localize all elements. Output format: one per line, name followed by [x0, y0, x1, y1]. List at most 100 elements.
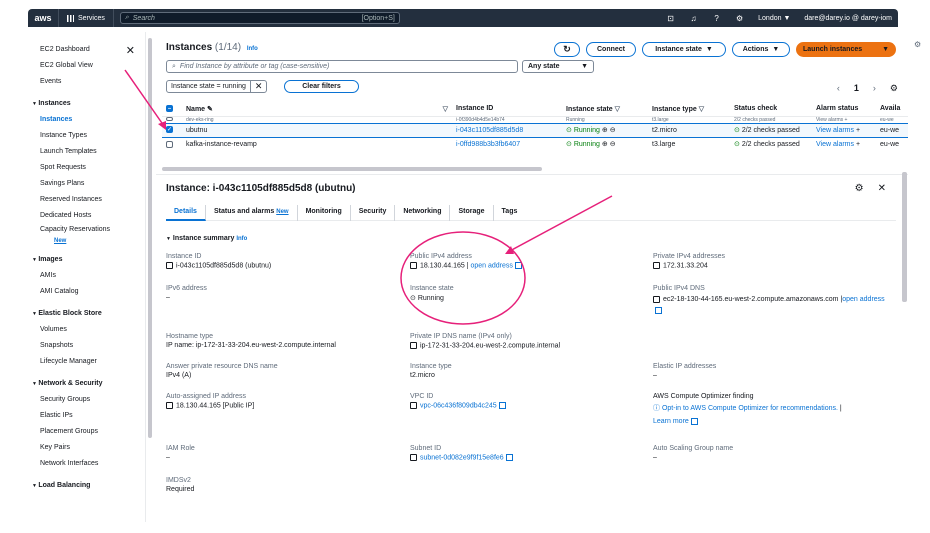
gear-icon[interactable]: ⚙ — [855, 183, 864, 194]
open-address-link[interactable]: open address — [470, 262, 512, 269]
sidebar-section-instances[interactable]: Instances — [28, 96, 145, 112]
search-input[interactable]: ⌕ Find Instance by attribute or tag (cas… — [166, 60, 518, 73]
zoom-out-icon[interactable]: ⊖ — [610, 141, 616, 148]
region-selector[interactable]: London ▼ — [758, 15, 790, 22]
sidebar-item-capacity-reservations[interactable]: Capacity Reservations — [28, 224, 145, 236]
row-checkbox[interactable] — [166, 117, 173, 122]
info-link[interactable]: Info — [247, 46, 258, 52]
learn-more-link[interactable]: Learn more — [653, 418, 689, 425]
subnet-link[interactable]: subnet-0d082e9f9f15e8fe6 — [420, 454, 504, 461]
sidebar-item-savings-plans[interactable]: Savings Plans — [28, 176, 145, 192]
tab-storage[interactable]: Storage — [450, 205, 494, 221]
cloudshell-icon[interactable]: ⊡ — [666, 14, 675, 23]
pencil-icon[interactable]: ✎ — [207, 106, 213, 113]
zoom-in-icon[interactable]: ⊕ — [602, 127, 608, 134]
copy-icon[interactable] — [653, 262, 660, 269]
tab-status-and-alarms[interactable]: Status and alarms New — [206, 205, 298, 221]
clear-filters-button[interactable]: Clear filters — [284, 80, 359, 93]
sidebar-item-ami-catalog[interactable]: AMI Catalog — [28, 284, 145, 300]
copy-icon[interactable] — [410, 454, 417, 461]
open-address-link[interactable]: open address — [842, 296, 884, 303]
chevron-left-icon[interactable]: ‹ — [837, 83, 840, 94]
instance-id-link[interactable]: i-043c1105df885d5d8 — [452, 122, 562, 138]
sidebar-item-spot-requests[interactable]: Spot Requests — [28, 160, 145, 176]
sidebar-item-snapshots[interactable]: Snapshots — [28, 338, 145, 354]
view-alarms-link[interactable]: View alarms + — [812, 137, 876, 151]
search-input[interactable]: ⌕ Search [Option+S] — [119, 12, 400, 24]
info-link[interactable]: Info — [236, 236, 247, 242]
sidebar-item-amis[interactable]: AMIs — [28, 268, 145, 284]
state-select[interactable]: Any state ▼ — [522, 60, 594, 73]
sidebar-item-instance-types[interactable]: Instance Types — [28, 128, 145, 144]
copy-icon[interactable] — [410, 342, 417, 349]
table-row[interactable]: dev-eks-ring i-0f390d4b4d5e14b74 Running… — [162, 116, 908, 123]
gear-icon[interactable]: ⚙ — [914, 40, 921, 49]
external-link-icon[interactable] — [514, 262, 522, 269]
copy-icon[interactable] — [410, 402, 417, 409]
sidebar-item-network-interfaces[interactable]: Network Interfaces — [28, 456, 145, 472]
tab-networking[interactable]: Networking — [395, 205, 451, 221]
connect-button[interactable]: Connect — [586, 42, 636, 57]
col-name[interactable]: Name ✎ ▽ — [182, 102, 452, 117]
table-row[interactable]: kafka-instance-revamp i-0ffd988b3b3fb640… — [162, 137, 908, 151]
tab-security[interactable]: Security — [351, 205, 396, 221]
chevron-right-icon[interactable]: › — [873, 83, 876, 94]
copy-icon[interactable] — [166, 402, 173, 409]
sidebar-item-key-pairs[interactable]: Key Pairs — [28, 440, 145, 456]
select-all-checkbox[interactable]: – — [166, 105, 173, 113]
table-scrollbar[interactable] — [162, 167, 542, 171]
external-link-icon[interactable] — [690, 417, 698, 425]
sort-icon[interactable]: ▽ — [443, 105, 448, 113]
close-icon[interactable]: ✕ — [249, 81, 267, 92]
external-link-icon[interactable] — [498, 402, 506, 409]
sidebar-item-events[interactable]: Events — [28, 74, 145, 90]
instance-summary-heading[interactable]: ▼ Instance summary Info — [166, 235, 247, 242]
launch-instances-button[interactable]: Launch instances ▼ — [796, 42, 896, 57]
row-checkbox[interactable] — [166, 140, 173, 148]
tab-details[interactable]: Details — [166, 205, 206, 221]
sidebar-item-placement-groups[interactable]: Placement Groups — [28, 424, 145, 440]
sidebar-item-reserved-instances[interactable]: Reserved Instances — [28, 192, 145, 208]
close-icon[interactable]: ✕ — [126, 44, 135, 57]
help-icon[interactable]: ? — [712, 14, 721, 23]
sidebar-item-elastic-ips[interactable]: Elastic IPs — [28, 408, 145, 424]
zoom-out-icon[interactable]: ⊖ — [610, 127, 616, 134]
col-instance-state[interactable]: Instance state ▽ — [562, 102, 648, 117]
sidebar-item-instances[interactable]: Instances — [28, 112, 145, 128]
bell-icon[interactable]: ♫ — [689, 14, 698, 23]
col-instance-type[interactable]: Instance type ▽ — [648, 102, 730, 117]
sidebar-item-launch-templates[interactable]: Launch Templates — [28, 144, 145, 160]
close-icon[interactable]: ✕ — [878, 183, 886, 194]
page-number[interactable]: 1 — [854, 83, 859, 94]
view-alarms-link[interactable]: View alarms + — [812, 122, 876, 138]
external-link-icon[interactable] — [505, 454, 513, 461]
sidebar-item-lifecycle-manager[interactable]: Lifecycle Manager — [28, 354, 145, 370]
aws-logo[interactable]: aws — [28, 13, 58, 23]
col-instance-id[interactable]: Instance ID — [452, 102, 562, 117]
col-status-check[interactable]: Status check — [730, 102, 812, 117]
gear-icon[interactable]: ⚙ — [890, 83, 898, 94]
col-alarm-status[interactable]: Alarm status — [812, 102, 876, 117]
sidebar-item-volumes[interactable]: Volumes — [28, 322, 145, 338]
vpc-link[interactable]: vpc-06c436f809db4c245 — [420, 402, 497, 409]
instance-id-link[interactable]: i-0ffd988b3b3fb6407 — [452, 137, 562, 151]
actions-button[interactable]: Actions ▼ — [732, 42, 790, 57]
sidebar-item-dedicated-hosts[interactable]: Dedicated Hosts — [28, 208, 145, 224]
sidebar-section-network-security[interactable]: Network & Security — [28, 376, 145, 392]
gear-icon[interactable]: ⚙ — [735, 14, 744, 23]
optimizer-link[interactable]: Opt-in to AWS Compute Optimizer for reco… — [662, 405, 838, 412]
tab-monitoring[interactable]: Monitoring — [298, 205, 351, 221]
services-menu[interactable]: Services — [58, 9, 114, 27]
sidebar-item-security-groups[interactable]: Security Groups — [28, 392, 145, 408]
table-row[interactable]: ✓ ubutnu i-043c1105df885d5d8 ⊙ Running ⊕… — [162, 122, 908, 138]
col-availability[interactable]: Availa — [876, 102, 908, 117]
sidebar-scrollbar[interactable] — [148, 38, 152, 438]
copy-icon[interactable] — [166, 262, 173, 269]
refresh-button[interactable]: ↻ — [554, 42, 580, 57]
copy-icon[interactable] — [410, 262, 417, 269]
sidebar-section-elastic-block-store[interactable]: Elastic Block Store — [28, 306, 145, 322]
row-checkbox[interactable]: ✓ — [166, 126, 173, 134]
copy-icon[interactable] — [653, 295, 660, 303]
instance-state-button[interactable]: Instance state ▼ — [642, 42, 726, 57]
sidebar-item-ec2-global-view[interactable]: EC2 Global View — [28, 58, 145, 74]
